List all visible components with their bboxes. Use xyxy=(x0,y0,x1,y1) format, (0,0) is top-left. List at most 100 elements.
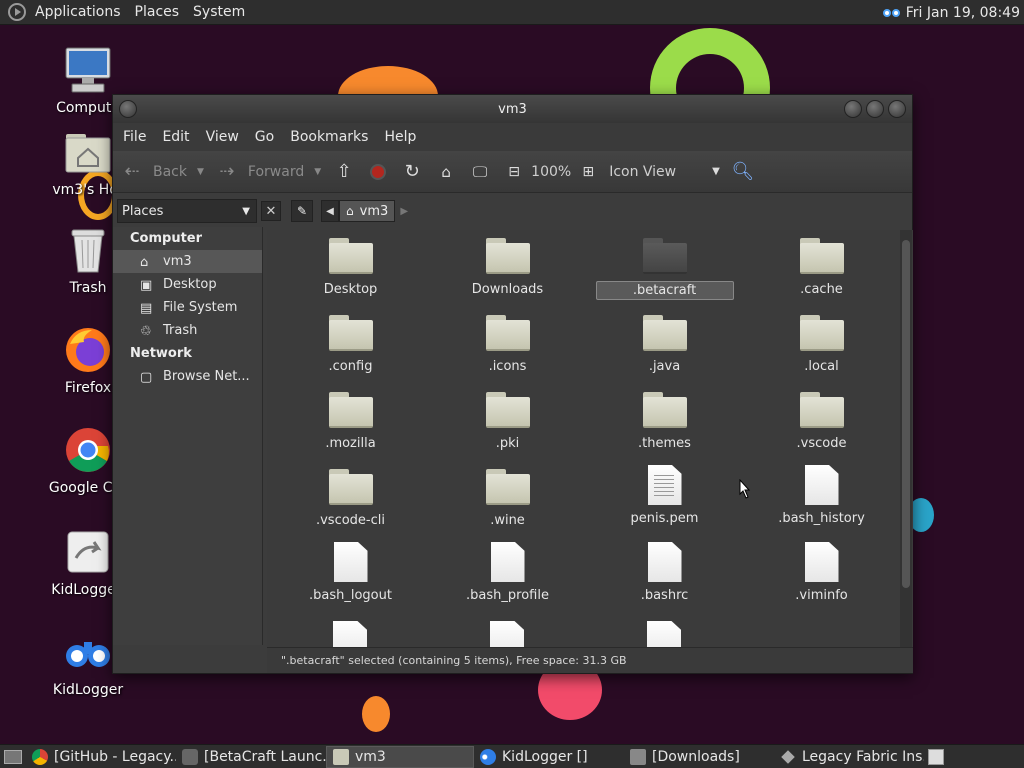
home-folder-icon xyxy=(64,128,112,176)
sidebar-item-trash[interactable]: ♲ Trash xyxy=(113,319,262,342)
system-menu[interactable]: System xyxy=(186,4,252,20)
file-item-bashrc[interactable]: .bashrc xyxy=(586,542,743,604)
menubar: File Edit View Go Bookmarks Help xyxy=(113,123,912,151)
computer-button[interactable]: 🖵 xyxy=(469,161,491,183)
file-icon-view[interactable]: Desktop Downloads .betacraft .cache .con… xyxy=(267,230,913,648)
file-item-bash-profile[interactable]: .bash_profile xyxy=(429,542,586,604)
show-desktop-button[interactable] xyxy=(0,746,26,768)
sidebar-item-file-system[interactable]: ▤ File System xyxy=(113,296,262,319)
folder-icon xyxy=(485,469,530,505)
kidlogger-icon xyxy=(64,628,112,676)
taskbar-item-downloads[interactable]: [Downloads] xyxy=(624,746,774,768)
clock[interactable]: Fri Jan 19, 08:49 xyxy=(906,5,1020,21)
breadcrumb-left-button[interactable]: ◀ xyxy=(321,200,339,222)
file-icon xyxy=(647,542,682,582)
menu-bookmarks[interactable]: Bookmarks xyxy=(284,129,374,145)
close-button[interactable] xyxy=(888,100,906,118)
network-icon: ▢ xyxy=(140,369,153,385)
file-item-icons[interactable]: .icons xyxy=(429,315,586,375)
file-icon[interactable] xyxy=(647,621,681,648)
file-item-bash-logout[interactable]: .bash_logout xyxy=(272,542,429,604)
file-item-java[interactable]: .java xyxy=(586,315,743,375)
home-button[interactable]: ⌂ xyxy=(435,161,457,183)
file-item-vscode-cli[interactable]: .vscode-cli xyxy=(272,469,429,529)
file-manager-window: vm3 File Edit View Go Bookmarks Help ⇠ B… xyxy=(112,94,913,674)
taskbar-item-betacraft[interactable]: [BetaCraft Launc... xyxy=(176,746,326,768)
menu-edit[interactable]: Edit xyxy=(156,129,195,145)
menu-file[interactable]: File xyxy=(117,129,152,145)
kidlogger-installer-icon xyxy=(64,528,112,576)
folder-icon xyxy=(642,238,687,274)
folder-icon xyxy=(642,315,687,351)
reload-button[interactable]: ↻ xyxy=(401,161,423,183)
workspace-switcher[interactable] xyxy=(924,746,948,768)
forward-button[interactable]: ⇢ Forward ▼ xyxy=(216,161,321,183)
folder-icon xyxy=(328,469,373,505)
taskbar-item-kidlogger[interactable]: KidLogger [] xyxy=(474,746,624,768)
menu-go[interactable]: Go xyxy=(249,129,280,145)
show-desktop-icon xyxy=(4,749,22,764)
menu-help[interactable]: Help xyxy=(378,129,422,145)
file-item-penis-pem[interactable]: penis.pem xyxy=(586,465,743,527)
home-icon: ⌂ xyxy=(441,162,451,181)
places-sidebar: Computer ⌂ vm3 ▣ Desktop ▤ File System ♲ Tra… xyxy=(113,227,263,645)
folder-icon xyxy=(485,392,530,428)
search-button[interactable]: 🔍︎ xyxy=(731,161,754,183)
breadcrumb-right-button[interactable]: ▶ xyxy=(395,200,413,222)
sidebar-item-vm3[interactable]: ⌂ vm3 xyxy=(113,250,262,273)
menu-view[interactable]: View xyxy=(200,129,245,145)
breadcrumb-vm3[interactable]: ⌂ vm3 xyxy=(339,200,396,222)
zoom-in-icon[interactable]: ⊞ xyxy=(577,161,599,183)
file-item-local[interactable]: .local xyxy=(743,315,900,375)
trash-icon: ♲ xyxy=(140,323,152,339)
file-item-betacraft[interactable]: .betacraft xyxy=(586,238,743,300)
up-button[interactable]: ⇧ xyxy=(333,161,355,183)
up-arrow-icon: ⇧ xyxy=(336,161,352,182)
taskbar-item-vm3[interactable]: vm3 xyxy=(326,745,474,768)
system-logo-icon[interactable] xyxy=(8,3,26,21)
kidlogger-tray-icon[interactable] xyxy=(882,8,900,17)
file-item-wine[interactable]: .wine xyxy=(429,469,586,529)
back-button[interactable]: ⇠ Back ▼ xyxy=(121,161,204,183)
file-item-desktop[interactable]: Desktop xyxy=(272,238,429,298)
folder-icon xyxy=(328,315,373,351)
top-panel: Applications Places System Fri Jan 19, 0… xyxy=(0,0,1024,25)
file-item-pki[interactable]: .pki xyxy=(429,392,586,452)
zoom-out-icon[interactable]: ⊟ xyxy=(503,161,525,183)
taskbar-item-github[interactable]: [GitHub - Legacy... xyxy=(26,746,176,768)
chevron-down-icon: ▼ xyxy=(712,166,720,177)
sidebar-heading-network: Network xyxy=(130,346,192,361)
minimize-button[interactable] xyxy=(844,100,862,118)
sidebar-type-dropdown[interactable]: Places ▼ xyxy=(117,199,257,223)
file-item-mozilla[interactable]: .mozilla xyxy=(272,392,429,452)
view-mode-select[interactable]: Icon View ▼ xyxy=(609,164,720,180)
scrollbar-thumb[interactable] xyxy=(902,240,910,588)
file-icon[interactable] xyxy=(490,621,524,648)
window-menu-button[interactable] xyxy=(119,100,137,118)
file-item-config[interactable]: .config xyxy=(272,315,429,375)
chevron-down-icon[interactable]: ▼ xyxy=(197,167,204,177)
file-item-cache[interactable]: .cache xyxy=(743,238,900,298)
chevron-down-icon[interactable]: ▼ xyxy=(314,167,321,177)
file-item-vscode[interactable]: .vscode xyxy=(743,392,900,452)
close-sidebar-button[interactable]: ✕ xyxy=(261,201,281,221)
location-bar: Places ▼ ✕ ✎ ◀ ⌂ vm3 ▶ xyxy=(113,195,914,227)
file-item-downloads[interactable]: Downloads xyxy=(429,238,586,298)
file-icon[interactable] xyxy=(333,621,367,648)
applications-menu[interactable]: Applications xyxy=(28,4,128,20)
file-icon xyxy=(804,465,839,505)
taskbar-item-legacy-fabric[interactable]: Legacy Fabric Ins... xyxy=(774,746,924,768)
file-item-viminfo[interactable]: .viminfo xyxy=(743,542,900,604)
vertical-scrollbar[interactable] xyxy=(900,230,912,648)
window-titlebar[interactable]: vm3 xyxy=(113,95,912,123)
maximize-button[interactable] xyxy=(866,100,884,118)
file-item-themes[interactable]: .themes xyxy=(586,392,743,452)
sidebar-item-browse-network[interactable]: ▢ Browse Net... xyxy=(113,365,262,388)
edit-location-button[interactable]: ✎ xyxy=(291,200,313,222)
file-item-bash-history[interactable]: .bash_history xyxy=(743,465,900,527)
stop-icon xyxy=(367,161,389,183)
places-menu[interactable]: Places xyxy=(128,4,187,20)
stop-button[interactable] xyxy=(367,161,389,183)
sidebar-item-desktop[interactable]: ▣ Desktop xyxy=(113,273,262,296)
chrome-icon xyxy=(32,748,48,765)
